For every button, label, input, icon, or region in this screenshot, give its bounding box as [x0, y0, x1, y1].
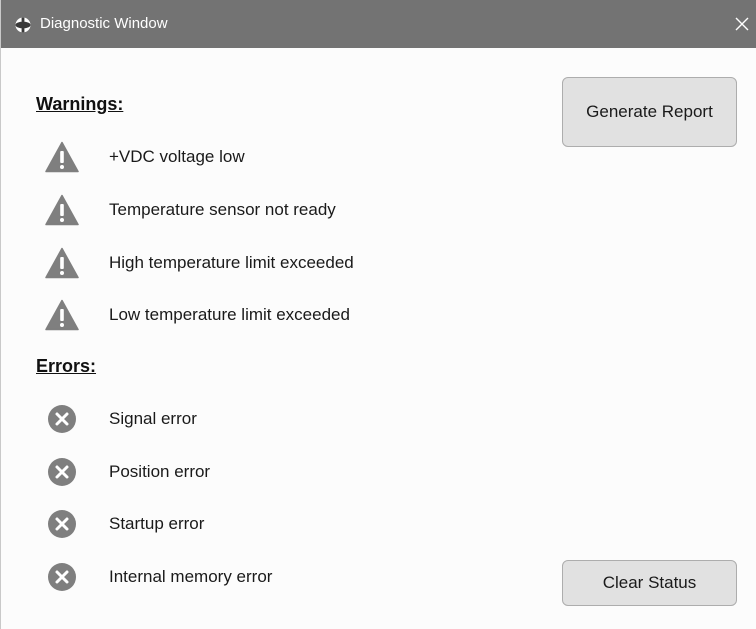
- close-icon: [735, 17, 749, 31]
- warning-icon: [45, 298, 79, 332]
- error-item: Signal error: [45, 402, 197, 436]
- error-icon: [45, 455, 79, 489]
- warning-item: +VDC voltage low: [45, 140, 245, 174]
- error-icon: [45, 402, 79, 436]
- warnings-heading: Warnings:: [36, 94, 124, 114]
- error-label: Internal memory error: [109, 567, 273, 586]
- errors-heading: Errors:: [36, 356, 97, 376]
- warning-item: Low temperature limit exceeded: [45, 298, 350, 332]
- warning-label: Temperature sensor not ready: [109, 200, 336, 219]
- warning-label: +VDC voltage low: [109, 147, 245, 166]
- generate-report-button[interactable]: Generate Report: [562, 77, 737, 147]
- warning-item: Temperature sensor not ready: [45, 193, 336, 227]
- error-icon: [45, 507, 79, 541]
- error-item: Internal memory error: [45, 560, 272, 594]
- warning-item: High temperature limit exceeded: [45, 246, 354, 280]
- error-item: Position error: [45, 455, 210, 489]
- warning-icon: [45, 193, 79, 227]
- window-title: Diagnostic Window: [40, 15, 168, 32]
- error-label: Signal error: [109, 409, 197, 428]
- title-bar[interactable]: Diagnostic Window: [1, 0, 756, 48]
- diagnostic-window: Diagnostic Window Warnings: +VDC voltage…: [0, 0, 756, 629]
- error-icon: [45, 560, 79, 594]
- clear-status-button[interactable]: Clear Status: [562, 560, 737, 606]
- error-label: Startup error: [109, 514, 205, 533]
- warning-label: Low temperature limit exceeded: [109, 305, 350, 324]
- warning-icon: [45, 140, 79, 174]
- error-item: Startup error: [45, 507, 204, 541]
- warning-icon: [45, 246, 79, 280]
- warning-label: High temperature limit exceeded: [109, 253, 354, 272]
- error-label: Position error: [109, 462, 211, 481]
- close-button[interactable]: [729, 10, 755, 38]
- app-logo-icon: [15, 17, 31, 33]
